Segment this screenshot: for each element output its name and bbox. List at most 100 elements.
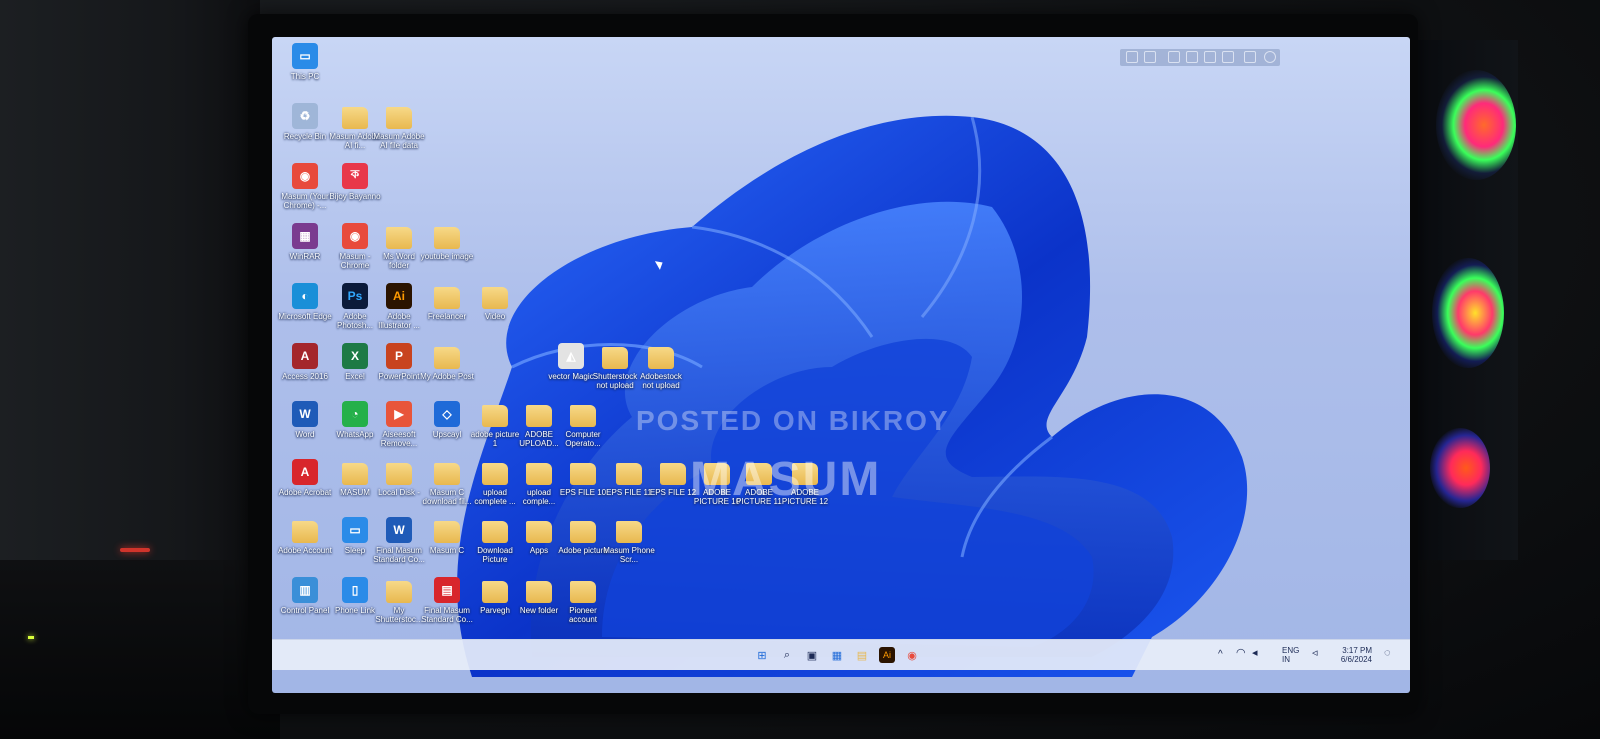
tray-lang-region: IN [1282, 655, 1290, 664]
file-explorer-icon: ▤ [856, 649, 868, 662]
desktop-icon[interactable]: ♻ Recycle Bin [278, 103, 332, 141]
folder-icon [570, 581, 596, 603]
folder-icon [570, 521, 596, 543]
tray-lang-code: ENG [1282, 646, 1300, 655]
desktop-icon[interactable]: youtube image [420, 223, 474, 261]
desktop-icon-label: PowerPoint [378, 372, 420, 381]
desktop-icon-label: My Adobe Post [420, 372, 474, 381]
desktop-icon[interactable]: ◉ Masum (Your Chrome) -... [278, 163, 332, 210]
monitor-icon: ▭ [292, 43, 318, 69]
folder-icon [434, 463, 460, 485]
desktop-icon[interactable]: Masum Adobe AI file data [372, 103, 426, 150]
folder-icon [482, 405, 508, 427]
desktop-icon[interactable]: ▥ Control Panel [278, 577, 332, 615]
folder-icon [570, 463, 596, 485]
desk-surface [0, 560, 280, 739]
powerpoint-icon: P [386, 343, 412, 369]
taskbar-file-explorer-button[interactable]: ▤ [854, 647, 870, 663]
desktop-icon-label: My Shutterstoc... [375, 606, 423, 624]
desktop-icon[interactable]: Adobestock not upload [634, 343, 688, 390]
word-doc-icon: W [386, 517, 412, 543]
desktop-icon[interactable]: ◇ Upscayl [420, 401, 474, 439]
notification-bell-icon[interactable]: ◌ [1384, 648, 1391, 659]
desktop-icon-label: Bijoy Bayanno [329, 192, 381, 201]
taskbar-widgets-button[interactable]: ▦ [829, 647, 845, 663]
taskbar-chrome-button[interactable]: ◉ [904, 647, 920, 663]
tray-volume-icon[interactable]: ◂ [1252, 648, 1258, 659]
desktop-icon[interactable]: A Adobe Acrobat [278, 459, 332, 497]
desktop-icon[interactable]: Masum C download fil... [420, 459, 474, 506]
folder-icon [482, 287, 508, 309]
acrobat-icon: A [292, 459, 318, 485]
desktop-icon-label: Control Panel [280, 606, 330, 615]
desktop-icon-label: Freelancer [427, 312, 467, 321]
taskbar-start-button[interactable]: ⊞ [754, 647, 770, 663]
folder-icon [648, 347, 674, 369]
desktop-icon[interactable]: A Access 2016 [278, 343, 332, 381]
taskbar: ⊞ ⌕ ▣ ▦ ▤ Ai ◉ ^ ◠ ◂ ENG IN ◃ 3:17 PM 6/6/2024… [272, 639, 1410, 670]
folder-icon [482, 463, 508, 485]
folder-icon [570, 405, 596, 427]
desktop-icon[interactable]: ক Bijoy Bayanno [328, 163, 382, 201]
folder-icon [342, 463, 368, 485]
tray-wifi-icon[interactable]: ◠ [1236, 648, 1246, 659]
taskbar-search-button[interactable]: ⌕ [779, 647, 795, 663]
taskbar-illustrator-button[interactable]: Ai [879, 647, 895, 663]
desktop-icon[interactable]: ▦ WinRAR [278, 223, 332, 261]
taskbar-task-view-button[interactable]: ▣ [804, 647, 820, 663]
desktop-icon[interactable]: Masum C [420, 517, 474, 555]
bijoy-icon: ক [342, 163, 368, 189]
desktop-screen: ▭ This PC ♻ Recycle Bin Masum Adobe AI fi...… [272, 37, 1410, 693]
desktop-icon-grid: ▭ This PC ♻ Recycle Bin Masum Adobe AI fi...… [272, 37, 1410, 677]
chrome-icon: ◉ [907, 649, 917, 662]
desktop-icon-label: Adobe Acrobat [278, 488, 332, 497]
tray-clock[interactable]: 3:17 PM 6/6/2024 [1332, 646, 1372, 664]
desktop-icon-label: Aiseesoft Remove... [380, 430, 418, 448]
folder-icon [434, 347, 460, 369]
desktop-icon-label: WinRAR [289, 252, 321, 261]
word-icon: W [292, 401, 318, 427]
folder-icon [616, 463, 642, 485]
desktop-icon[interactable]: W Word [278, 401, 332, 439]
desktop-icon[interactable]: Adobe Account [278, 517, 332, 555]
folder-icon [660, 463, 686, 485]
folder-icon [482, 581, 508, 603]
desktop-icon[interactable]: Local Disk - [372, 459, 426, 497]
winrar-icon: ▦ [292, 223, 318, 249]
tray-speaker-icon[interactable]: ◃ [1312, 648, 1318, 659]
rgb-fan-top [1436, 70, 1516, 180]
tray-language[interactable]: ENG IN [1282, 646, 1299, 664]
desktop-icon[interactable]: W Final Masum Standard Co... [372, 517, 426, 564]
desktop-icon-label: Masum (Your Chrome) -... [281, 192, 329, 210]
desktop-icon-label: Recycle Bin [283, 132, 327, 141]
desktop-icon-label: Microsoft Edge [278, 312, 332, 321]
desktop-icon-label: Ms Word folder [383, 252, 415, 270]
desktop-icon[interactable]: My Adobe Post [420, 343, 474, 381]
monitor-icon: ▭ [342, 517, 368, 543]
desktop-icon[interactable]: ◐ Microsoft Edge [278, 283, 332, 321]
desktop-icon-label: Masum C [429, 546, 465, 555]
aiseesoft-icon: ▶ [386, 401, 412, 427]
watermark-posted: POSTED ON BIKROY [636, 405, 950, 436]
desktop-icon-label: Masum Phone Scr... [603, 546, 655, 564]
excel-icon: X [342, 343, 368, 369]
desktop-icon[interactable]: Freelancer [420, 283, 474, 321]
desktop-icon[interactable]: Ms Word folder [372, 223, 426, 270]
desktop-icon[interactable]: Computer Operato... [556, 401, 610, 448]
desktop-icon[interactable]: P PowerPoint [372, 343, 426, 381]
widgets-icon: ▦ [831, 649, 843, 662]
folder-icon [602, 347, 628, 369]
tray-chevron-icon[interactable]: ^ [1218, 650, 1223, 660]
recycle-bin-icon: ♻ [292, 103, 318, 129]
desktop-icon[interactable]: Ai Adobe Illustrator ... [372, 283, 426, 330]
desktop-icon[interactable]: ▶ Aiseesoft Remove... [372, 401, 426, 448]
desktop-icon[interactable]: Pioneer account [556, 577, 610, 624]
desktop-icon[interactable]: ▤ Final Masum Standard Co... [420, 577, 474, 624]
desktop-icon[interactable]: ▭ This PC [278, 43, 332, 81]
tray-date: 6/6/2024 [1340, 655, 1372, 664]
desktop-icon-label: youtube image [420, 252, 474, 261]
desktop-icon[interactable]: My Shutterstoc... [372, 577, 426, 624]
desktop-icon[interactable]: Video [468, 283, 522, 321]
desktop-icon-label: Masum Adobe AI file data [373, 132, 425, 150]
desktop-icon[interactable]: Masum Phone Scr... [602, 517, 656, 564]
